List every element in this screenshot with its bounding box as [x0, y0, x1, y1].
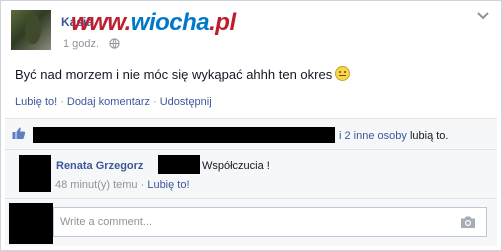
comment-composer: [5, 199, 497, 246]
feedback-section: i 2 inne osoby lubią to. Renata Grzegorz…: [5, 118, 497, 246]
comment-item: Renata Grzegorz Współczucia ! 48 minut(y…: [5, 150, 497, 199]
redacted-names: [33, 127, 335, 143]
post-card: Kasia www.wiocha.pl 1 godz. Być nad morz…: [0, 0, 502, 251]
post-author-avatar[interactable]: [11, 10, 51, 50]
post-text: Być nad morzem i nie móc się wykąpać ahh…: [15, 66, 351, 82]
post-text-content: Być nad morzem i nie móc się wykąpać ahh…: [15, 67, 333, 82]
commenter-avatar[interactable]: [19, 155, 51, 192]
chevron-down-icon[interactable]: [476, 11, 490, 21]
comment-like-link[interactable]: Lubię to!: [147, 179, 189, 191]
comment-separator: ·: [140, 179, 145, 191]
comment-link[interactable]: Dodaj komentarz: [67, 96, 150, 108]
likes-summary: i 2 inne osoby lubią to.: [339, 130, 448, 142]
watermark-suffix: .pl: [209, 9, 236, 36]
comment-input[interactable]: [53, 207, 487, 237]
current-user-avatar: [9, 203, 53, 244]
share-link[interactable]: Udostępnij: [160, 96, 212, 108]
others-like-link[interactable]: i 2 inne osoby: [339, 130, 407, 142]
action-separator: ·: [60, 96, 64, 108]
privacy-globe-icon[interactable]: [109, 38, 120, 49]
redacted-mention: [158, 155, 200, 174]
smiley-emoji-icon: [335, 66, 351, 81]
likes-row: i 2 inne osoby lubią to.: [5, 119, 497, 150]
comment-timestamp[interactable]: 48 minut(y) temu: [55, 179, 138, 191]
commenter-name[interactable]: Renata Grzegorz: [56, 160, 143, 172]
likes-suffix: lubią to.: [409, 130, 449, 142]
watermark-prefix: www.: [71, 9, 131, 36]
like-link[interactable]: Lubię to!: [15, 96, 57, 108]
post-timestamp[interactable]: 1 godz.: [63, 38, 99, 50]
comment-meta: 48 minut(y) temu · Lubię to!: [55, 179, 190, 191]
post-actions: Lubię to! · Dodaj komentarz · Udostępnij: [15, 96, 212, 108]
action-separator: ·: [153, 96, 157, 108]
watermark-brand: wiocha: [130, 9, 210, 36]
thumbs-up-icon: [12, 127, 26, 139]
camera-icon[interactable]: [460, 215, 476, 229]
comment-text: Współczucia !: [202, 160, 270, 172]
watermark-logo: www.wiocha.pl: [71, 9, 236, 37]
